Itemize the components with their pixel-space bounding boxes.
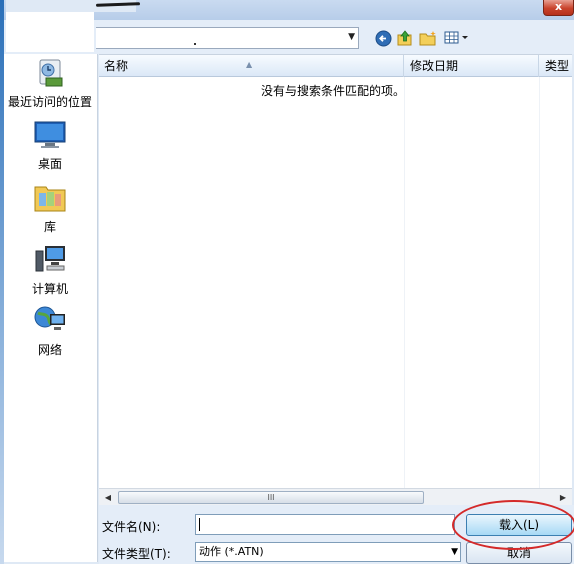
filetype-select[interactable]: 动作 (*.ATN) ▼ xyxy=(195,542,461,562)
filetype-value: 动作 (*.ATN) xyxy=(199,545,264,558)
file-list[interactable]: 名称 ▲ 修改日期 类型 没有与搜索条件匹配的项。 xyxy=(99,54,572,489)
scrollbar-thumb[interactable]: III xyxy=(118,491,424,504)
column-label: 修改日期 xyxy=(410,59,459,73)
filename-label: 文件名(N): xyxy=(102,520,161,534)
text-caret xyxy=(199,518,200,531)
path-text xyxy=(194,43,196,45)
annotation-circle xyxy=(452,500,574,550)
sidebar-item-label: 桌面 xyxy=(37,157,62,171)
column-header-date[interactable]: 修改日期 xyxy=(405,55,539,77)
column-divider xyxy=(404,77,405,489)
filetype-label: 文件类型(T): xyxy=(102,547,171,561)
library-icon xyxy=(4,181,96,216)
sidebar-item-label: 网络 xyxy=(37,343,62,357)
chevron-down-icon[interactable]: ▼ xyxy=(348,32,355,42)
sidebar-item-network[interactable]: 网络 xyxy=(4,304,96,358)
column-divider xyxy=(539,77,540,489)
back-icon[interactable] xyxy=(374,29,392,47)
new-folder-icon[interactable] xyxy=(419,29,437,47)
view-menu-icon[interactable] xyxy=(443,29,471,47)
close-button[interactable]: x xyxy=(543,0,574,16)
path-combobox[interactable]: ▼ xyxy=(96,27,359,49)
sidebar-item-computer[interactable]: 计算机 xyxy=(4,243,96,297)
network-icon xyxy=(4,304,96,339)
desktop-icon xyxy=(4,120,96,153)
sidebar-item-desktop[interactable]: 桌面 xyxy=(4,120,96,172)
column-header-name[interactable]: 名称 ▲ xyxy=(99,55,404,77)
sidebar-item-label: 计算机 xyxy=(31,282,68,296)
computer-icon xyxy=(4,243,96,278)
location-label-area xyxy=(6,12,94,52)
sidebar-item-recent-places[interactable]: 最近访问的位置 xyxy=(4,58,96,110)
scroll-right-button[interactable]: ▶ xyxy=(555,490,571,505)
sidebar-item-label: 库 xyxy=(43,220,56,234)
navigation-pane: 最近访问的位置 桌面 库 计算机 网络 xyxy=(4,54,98,562)
sidebar-item-library[interactable]: 库 xyxy=(4,181,96,235)
filename-input[interactable] xyxy=(195,514,455,535)
empty-results-message: 没有与搜索条件匹配的项。 xyxy=(261,84,406,98)
column-label: 名称 xyxy=(104,59,129,73)
chevron-down-icon[interactable]: ▼ xyxy=(451,543,458,561)
recent-places-icon xyxy=(4,58,96,91)
column-header-type[interactable]: 类型 xyxy=(540,55,574,77)
column-label: 类型 xyxy=(545,59,570,73)
up-folder-icon[interactable] xyxy=(396,29,414,47)
scroll-left-button[interactable]: ◀ xyxy=(100,490,116,505)
sidebar-item-label: 最近访问的位置 xyxy=(7,95,92,109)
sort-ascending-icon: ▲ xyxy=(246,60,253,69)
column-header-row: 名称 ▲ 修改日期 类型 xyxy=(99,55,572,77)
